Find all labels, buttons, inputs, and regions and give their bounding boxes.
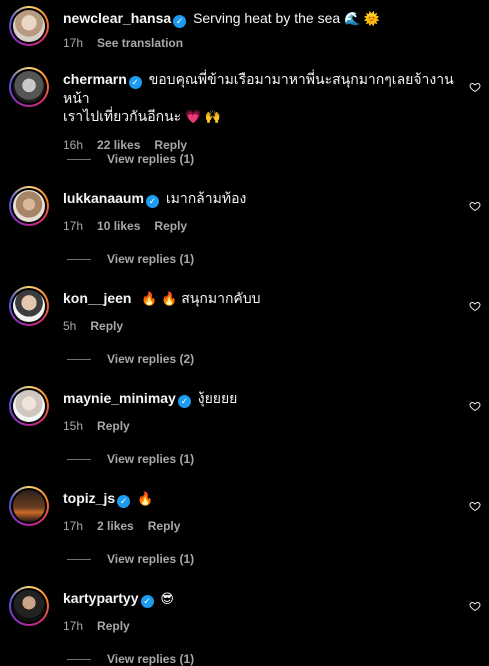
heart-outline-icon[interactable] bbox=[469, 400, 481, 412]
avatar[interactable] bbox=[9, 486, 49, 526]
verified-badge-icon: ✓ bbox=[140, 595, 154, 608]
username[interactable]: topiz_js bbox=[63, 490, 115, 506]
comment-text: Serving heat by the sea bbox=[193, 10, 341, 26]
avatar[interactable] bbox=[9, 586, 49, 626]
comment-time: 17h bbox=[63, 619, 84, 633]
avatar[interactable] bbox=[9, 6, 49, 46]
view-replies-label: View replies (1) bbox=[107, 552, 195, 566]
comment-text: สนุกมากคับบ bbox=[181, 290, 261, 306]
replies-divider bbox=[67, 459, 91, 461]
username[interactable]: maynie_minimay bbox=[63, 390, 176, 406]
avatar[interactable] bbox=[9, 386, 49, 426]
view-replies-button[interactable]: View replies (1) bbox=[67, 652, 194, 666]
comment-text: งุ้ยยยย bbox=[197, 390, 238, 406]
comment-time: 17h bbox=[63, 36, 84, 50]
verified-badge-icon: ✓ bbox=[128, 76, 142, 89]
view-replies-label: View replies (1) bbox=[107, 652, 195, 666]
reply-button[interactable]: Reply bbox=[154, 138, 187, 152]
view-replies-label: View replies (1) bbox=[107, 152, 195, 166]
view-replies-button[interactable]: View replies (2) bbox=[67, 352, 194, 366]
reply-button[interactable]: Reply bbox=[97, 619, 130, 633]
avatar[interactable] bbox=[9, 286, 49, 326]
username[interactable]: chermarn bbox=[63, 71, 127, 87]
view-replies-button[interactable]: View replies (1) bbox=[67, 152, 194, 166]
replies-divider bbox=[67, 359, 91, 361]
comment-time: 17h bbox=[63, 219, 84, 233]
comment-emojis: 🔥 bbox=[137, 491, 154, 506]
verified-badge-icon: ✓ bbox=[177, 395, 191, 408]
heart-outline-icon[interactable] bbox=[469, 300, 481, 312]
see-translation-button[interactable]: See translation bbox=[97, 36, 183, 50]
replies-divider bbox=[67, 559, 91, 561]
likes-count[interactable]: 10 likes bbox=[97, 219, 140, 233]
comment-time: 17h bbox=[63, 519, 84, 533]
replies-divider bbox=[67, 259, 91, 261]
heart-outline-icon[interactable] bbox=[469, 200, 481, 212]
replies-divider bbox=[67, 159, 91, 161]
verified-badge-icon: ✓ bbox=[145, 195, 159, 208]
avatar[interactable] bbox=[9, 67, 49, 107]
view-replies-button[interactable]: View replies (1) bbox=[67, 552, 194, 566]
view-replies-label: View replies (2) bbox=[107, 352, 195, 366]
username[interactable]: lukkanaaum bbox=[63, 190, 144, 206]
comment-emojis: 🌊 🌞 bbox=[344, 11, 381, 26]
comment-text: เมากล้ามท้อง bbox=[165, 190, 247, 206]
comment-time: 16h bbox=[63, 138, 84, 152]
reply-button[interactable]: Reply bbox=[90, 319, 123, 333]
view-replies-button[interactable]: View replies (1) bbox=[67, 252, 194, 266]
view-replies-label: View replies (1) bbox=[107, 452, 195, 466]
view-replies-label: View replies (1) bbox=[107, 252, 195, 266]
username[interactable]: kon__jeen bbox=[63, 290, 131, 306]
verified-badge-icon: ✓ bbox=[173, 15, 187, 28]
likes-count[interactable]: 2 likes bbox=[97, 519, 134, 533]
comment-time: 5h bbox=[63, 319, 77, 333]
comment-text-line2: เราไปเที่ยวกันอีกนะ bbox=[63, 108, 182, 124]
comment-emojis: 💗 🙌 bbox=[185, 109, 222, 124]
username[interactable]: kartypartyy bbox=[63, 590, 139, 606]
heart-outline-icon[interactable] bbox=[469, 81, 481, 93]
heart-outline-icon[interactable] bbox=[469, 600, 481, 612]
reply-button[interactable]: Reply bbox=[154, 219, 187, 233]
likes-count[interactable]: 22 likes bbox=[97, 138, 140, 152]
verified-badge-icon: ✓ bbox=[117, 495, 131, 508]
reply-button[interactable]: Reply bbox=[148, 519, 181, 533]
view-replies-button[interactable]: View replies (1) bbox=[67, 452, 194, 466]
username[interactable]: newclear_hansa bbox=[63, 10, 171, 26]
comment-time: 15h bbox=[63, 419, 84, 433]
avatar[interactable] bbox=[9, 186, 49, 226]
comment-emojis: 😎 bbox=[160, 591, 174, 606]
heart-outline-icon[interactable] bbox=[469, 500, 481, 512]
comment-emojis: 🔥 🔥 bbox=[141, 291, 178, 306]
reply-button[interactable]: Reply bbox=[97, 419, 130, 433]
